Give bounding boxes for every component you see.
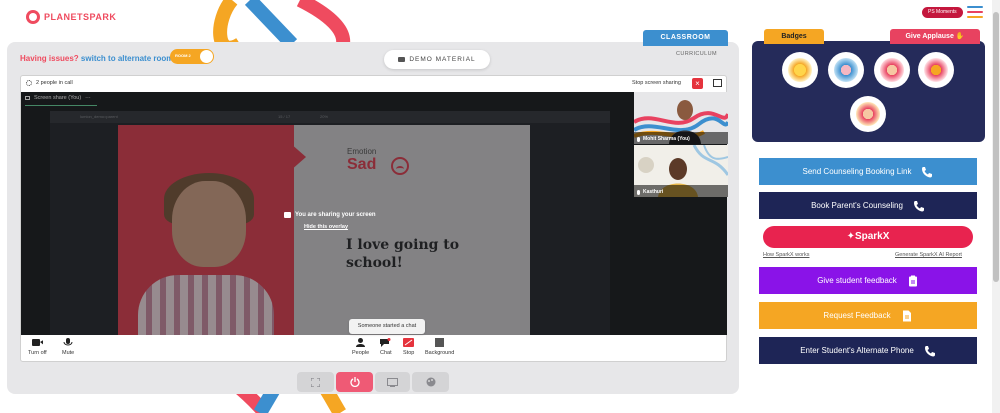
tab-curriculum[interactable]: CURRICULUM	[676, 51, 717, 57]
camera-label: Turn off	[28, 350, 47, 356]
camera-icon	[31, 339, 43, 346]
fullscreen-button[interactable]	[297, 372, 334, 392]
mic-icon	[637, 189, 640, 195]
tab-classroom[interactable]: CLASSROOM	[643, 30, 728, 46]
participant-tile-student[interactable]: Kasthuri	[634, 145, 728, 197]
phone-icon	[922, 166, 933, 177]
document-icon	[902, 310, 911, 321]
mic-icon	[637, 136, 640, 142]
badge-star-icon[interactable]	[782, 52, 818, 88]
issues-label: Having issues?	[20, 54, 79, 63]
logo-mark-icon	[26, 10, 40, 24]
badge-hero-icon[interactable]	[874, 52, 910, 88]
monitor-icon	[387, 377, 398, 387]
request-feedback-label: Request Feedback	[823, 311, 891, 320]
scrollbar-thumb[interactable]	[993, 12, 999, 282]
how-sparkx-works-link[interactable]: How SparkX works	[763, 252, 809, 258]
sharing-notice: You are sharing your screen	[284, 212, 376, 218]
stop-sharing-label: Stop screen sharing	[632, 80, 681, 86]
demo-material-button[interactable]: DEMO MATERIAL	[384, 50, 490, 69]
participant-name: Kasthuri	[637, 189, 663, 195]
room-toggle-label: ROOM 2	[175, 53, 191, 58]
give-student-feedback-label: Give student feedback	[817, 276, 897, 285]
chat-label: Chat	[380, 350, 392, 356]
mute-toggle[interactable]: Mute	[62, 338, 74, 356]
sparkx-label: SparkX	[854, 231, 890, 242]
issues-text: Having issues? switch to alternate room	[20, 54, 173, 63]
demo-material-label: DEMO MATERIAL	[409, 56, 476, 63]
people-button[interactable]: People	[352, 338, 369, 356]
fullscreen-icon	[311, 377, 320, 387]
badge-thinker-icon[interactable]	[850, 96, 886, 132]
logo-text: PLANETSPARK	[44, 12, 117, 22]
sparkx-button[interactable]: ✦SparkX	[763, 226, 973, 248]
folder-icon	[398, 57, 406, 62]
room-toggle[interactable]: ROOM 2	[170, 49, 214, 64]
phone-icon	[924, 345, 935, 356]
gear-icon[interactable]	[26, 80, 32, 86]
sparkx-star-icon: ✦	[846, 231, 855, 242]
chat-toast[interactable]: Someone started a chat	[349, 319, 425, 334]
hamburger-menu-icon[interactable]	[967, 6, 983, 20]
give-applause-label: Give Applause	[905, 33, 954, 40]
palette-button[interactable]	[412, 372, 449, 392]
palette-icon	[426, 377, 435, 387]
mute-label: Mute	[62, 350, 75, 356]
background-button[interactable]: Background	[425, 338, 454, 356]
sharing-notice-label: You are sharing your screen	[295, 212, 376, 218]
chat-button[interactable]: Chat	[380, 338, 392, 356]
participant-name-label: Kasthuri	[643, 189, 664, 195]
screen-share-icon	[284, 212, 291, 218]
book-parent-counseling-button[interactable]: Book Parent's Counseling	[759, 192, 977, 219]
classroom-controls	[297, 372, 449, 392]
alternate-room-link[interactable]: switch to alternate room	[81, 54, 173, 63]
hide-overlay-link[interactable]: Hide this overlay	[304, 224, 348, 230]
book-parent-counseling-label: Book Parent's Counseling	[811, 201, 903, 210]
page-scrollbar[interactable]	[992, 0, 1000, 413]
toggle-knob	[200, 50, 213, 63]
give-student-feedback-button[interactable]: Give student feedback	[759, 267, 977, 294]
stop-label: Stop	[403, 350, 415, 356]
participant-name-label: Mohit Sharma (You)	[643, 136, 690, 142]
microphone-icon	[63, 338, 73, 346]
screen-button[interactable]	[375, 372, 410, 392]
give-applause-tab[interactable]: Give Applause ✋	[890, 29, 980, 44]
planetspark-logo[interactable]: PLANETSPARK	[26, 10, 116, 24]
background-label: Background	[425, 350, 455, 356]
person-icon	[356, 338, 366, 347]
participant-tile-self[interactable]: Mohit Sharma (You)	[634, 92, 728, 144]
alternate-phone-label: Enter Student's Alternate Phone	[800, 346, 914, 355]
stop-sharing-button[interactable]: ×	[692, 78, 703, 89]
people-count-label: 2 people in call	[36, 80, 73, 86]
end-class-button[interactable]	[336, 372, 373, 392]
alternate-phone-button[interactable]: Enter Student's Alternate Phone	[759, 337, 977, 364]
clipboard-icon	[908, 275, 917, 286]
camera-toggle[interactable]: Turn off	[28, 338, 47, 356]
ps-moments-button[interactable]: PS Moments	[922, 7, 963, 18]
generate-sparkx-report-link[interactable]: Generate SparkX AI Report	[895, 252, 962, 258]
badge-brain-icon[interactable]	[828, 52, 864, 88]
stop-share-control[interactable]: Stop	[403, 338, 414, 356]
chat-icon	[380, 338, 391, 347]
request-feedback-button[interactable]: Request Feedback	[759, 302, 977, 329]
call-stage: Screen share (You) ⋯ lumion_demo=parent …	[21, 92, 728, 335]
background-icon	[435, 338, 445, 347]
participant-name: Mohit Sharma (You)	[637, 136, 690, 142]
badge-trophy-icon[interactable]	[918, 52, 954, 88]
clap-icon: ✋	[955, 33, 965, 40]
sharing-overlay: You are sharing your screen Hide this ov…	[21, 92, 727, 335]
layout-switch-icon[interactable]	[713, 79, 722, 87]
stop-share-icon	[403, 338, 415, 347]
people-label: People	[352, 350, 370, 356]
send-counseling-link-label: Send Counseling Booking Link	[802, 167, 912, 176]
tab-badges[interactable]: Badges	[764, 29, 824, 44]
phone-icon	[913, 200, 924, 211]
people-count[interactable]: 2 people in call	[26, 80, 73, 86]
send-counseling-link-button[interactable]: Send Counseling Booking Link	[759, 158, 977, 185]
call-topbar: 2 people in call Stop screen sharing ×	[21, 76, 726, 91]
power-icon	[349, 377, 360, 387]
